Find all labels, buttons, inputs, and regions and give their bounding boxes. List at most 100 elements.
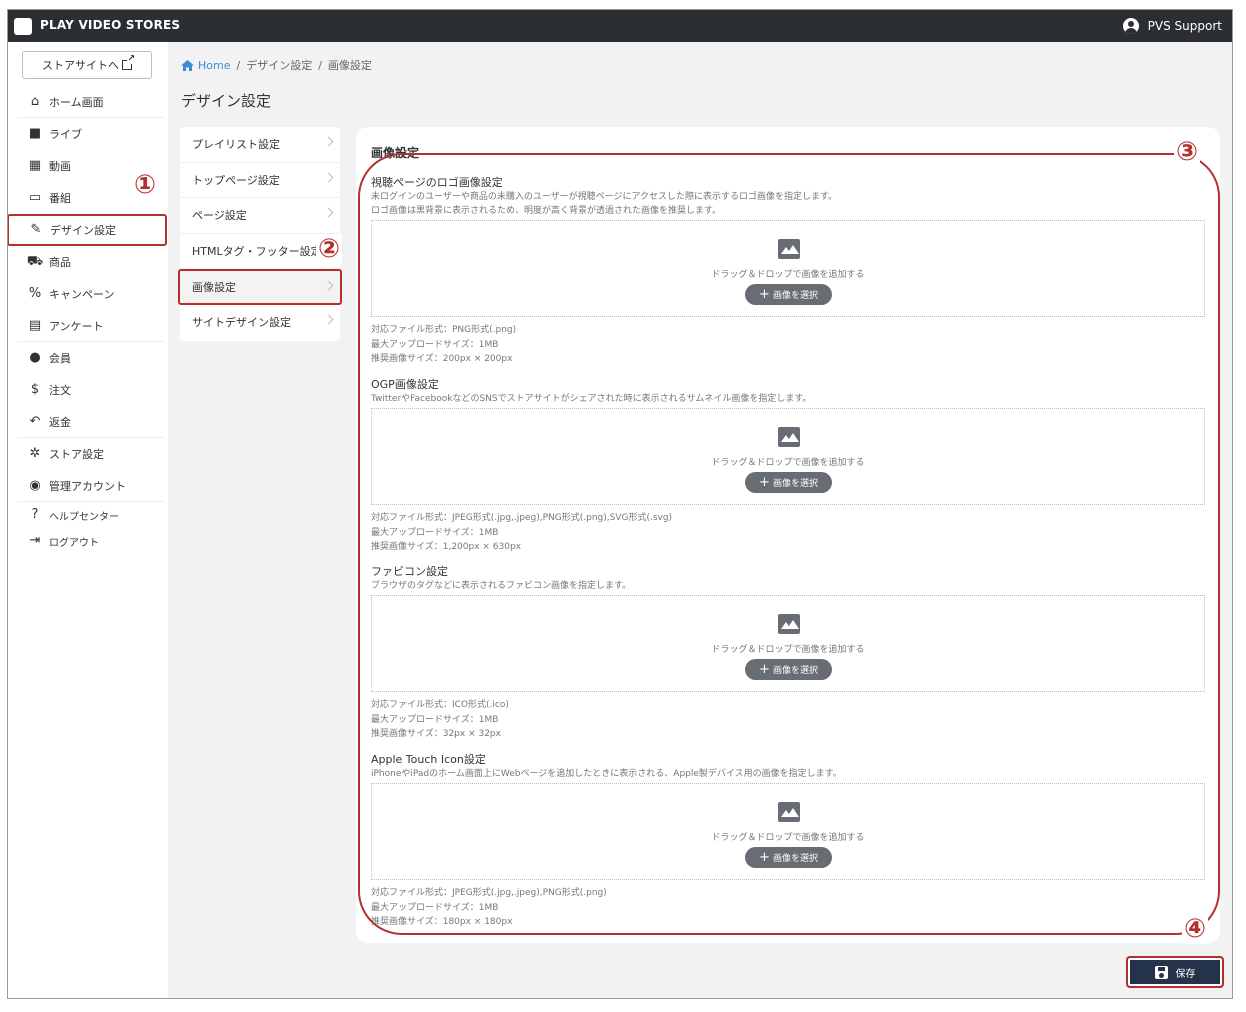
chevron-right-icon — [323, 280, 334, 291]
user-name: PVS Support — [1147, 19, 1222, 33]
submenu-item-label: ページ設定 — [192, 209, 247, 223]
sidebar-item-campaign[interactable]: % キャンペーン — [8, 278, 168, 310]
image-icon — [778, 239, 800, 259]
section-description: TwitterやFacebookなどのSNSでストアサイトがシェアされた時に表示… — [371, 394, 812, 404]
breadcrumb: Home / デザイン設定 / 画像設定 — [181, 57, 372, 73]
sidebar-nav: ⌂ ホーム画面 ■ ライブ ▦ 動画 ▭ 番組 ✎ デザイン設定 ⛟ 商品 % キャンペーン … — [8, 86, 168, 554]
logout-icon: ⇥ — [29, 533, 41, 548]
annotation-number-3: ③ — [1174, 137, 1201, 167]
breadcrumb-design-settings[interactable]: デザイン設定 — [246, 57, 312, 73]
spec-formats: 対応ファイル形式：JPEG形式(.jpg,.jpeg),PNG形式(.png),… — [371, 513, 673, 523]
image-icon — [778, 614, 800, 634]
sidebar-item-label: 会員 — [49, 352, 71, 365]
sidebar-item-home[interactable]: ⌂ ホーム画面 — [8, 86, 168, 118]
sidebar-item-members[interactable]: ● 会員 — [8, 342, 168, 374]
breadcrumb-home-link[interactable]: Home — [181, 59, 230, 72]
section-title: Apple Touch Icon設定 — [371, 753, 486, 766]
top-bar: PLAY VIDEO STORES PVS Support — [8, 10, 1232, 42]
image-dropzone[interactable]: ドラッグ＆ドロップで画像を追加する + 画像を選択 — [371, 408, 1205, 505]
spec-max-size: 最大アップロードサイズ：1MB — [371, 339, 499, 350]
dollar-icon: $ — [30, 382, 40, 397]
select-image-button[interactable]: + 画像を選択 — [745, 284, 832, 305]
spec-formats: 対応ファイル形式：JPEG形式(.jpg,.jpeg),PNG形式(.png) — [371, 888, 607, 898]
image-dropzone[interactable]: ドラッグ＆ドロップで画像を追加する + 画像を選択 — [371, 220, 1205, 317]
sidebar-item-label: ストア設定 — [49, 448, 104, 461]
chevron-right-icon — [323, 172, 334, 182]
sidebar-item-label: デザイン設定 — [50, 224, 116, 237]
submenu-item-playlist[interactable]: プレイリスト設定 — [180, 127, 340, 163]
submenu-item-page[interactable]: ページ設定 — [180, 198, 340, 234]
sidebar-item-logout[interactable]: ⇥ ログアウト — [8, 528, 168, 554]
submenu-item-label: 画像設定 — [192, 280, 236, 294]
annotation-number-4: ④ — [1182, 914, 1209, 944]
breadcrumb-separator: / — [236, 58, 241, 72]
select-image-label: 画像を選択 — [772, 854, 818, 864]
store-site-button-label: ストアサイトへ — [42, 59, 119, 72]
sidebar-item-label: 商品 — [49, 256, 71, 269]
spec-formats: 対応ファイル形式：PNG形式(.png) — [371, 325, 517, 335]
section-specs: 対応ファイル形式：PNG形式(.png) 最大アップロードサイズ：1MB 推奨画… — [371, 323, 1207, 367]
chevron-right-icon — [323, 207, 334, 218]
section-title: ファビコン設定 — [371, 565, 448, 578]
select-image-button[interactable]: + 画像を選択 — [745, 659, 832, 680]
sidebar-item-products[interactable]: ⛟ 商品 — [8, 246, 168, 278]
store-site-button[interactable]: ストアサイトへ — [22, 51, 152, 79]
chat-icon: ▤ — [28, 318, 42, 333]
chevron-right-icon — [323, 136, 334, 147]
sidebar-item-store-settings[interactable]: ✲ ストア設定 — [8, 438, 168, 470]
help-icon: ? — [31, 507, 39, 522]
sidebar-item-design-settings[interactable]: ✎ デザイン設定 — [8, 214, 167, 246]
select-image-button[interactable]: + 画像を選択 — [745, 472, 832, 493]
user-menu[interactable]: PVS Support — [1122, 17, 1222, 35]
people-icon: ● — [29, 350, 41, 365]
page-title: デザイン設定 — [181, 92, 272, 110]
dropzone-text: ドラッグ＆ドロップで画像を追加する — [711, 833, 865, 843]
sidebar-item-label: ヘルプセンター — [49, 511, 119, 523]
save-button[interactable]: 保存 — [1126, 956, 1224, 988]
image-settings-panel: 画像設定 視聴ページのロゴ画像設定 未ログインのユーザーや商品の未購入のユーザー… — [356, 127, 1220, 943]
sidebar-item-label: ログアウト — [49, 537, 99, 549]
external-link-icon — [122, 54, 135, 70]
image-icon — [778, 427, 800, 447]
submenu-item-label: HTMLタグ・フッター設定 — [192, 244, 322, 258]
monitor-icon: ▭ — [28, 190, 42, 205]
video-camera-icon: ■ — [28, 126, 42, 141]
sidebar-item-survey[interactable]: ▤ アンケート — [8, 310, 168, 342]
sidebar-item-orders[interactable]: $ 注文 — [8, 374, 168, 406]
home-icon: ⌂ — [30, 94, 40, 109]
spec-recommended-size: 推奨画像サイズ：200px × 200px — [371, 354, 513, 364]
gear-icon: ✲ — [29, 446, 41, 461]
section-description: 未ログインのユーザーや商品の未購入のユーザーが視聴ページにアクセスした際に表示す… — [371, 192, 838, 202]
section-apple-touch-icon: Apple Touch Icon設定 iPhoneやiPadのホーム画面上にWe… — [371, 751, 1207, 930]
brand-name: PLAY VIDEO STORES — [40, 18, 181, 32]
section-title: 視聴ページのロゴ画像設定 — [371, 176, 503, 189]
section-logo-image: 視聴ページのロゴ画像設定 未ログインのユーザーや商品の未購入のユーザーが視聴ペー… — [371, 174, 1207, 367]
section-specs: 対応ファイル形式：ICO形式(.ico) 最大アップロードサイズ：1MB 推奨画… — [371, 698, 1207, 742]
dropzone-text: ドラッグ＆ドロップで画像を追加する — [711, 270, 865, 280]
account-icon: ◉ — [29, 478, 41, 493]
app-frame: PLAY VIDEO STORES PVS Support ストアサイトへ ⌂ ホ… — [7, 9, 1233, 999]
submenu-item-site-design[interactable]: サイトデザイン設定 — [180, 305, 340, 341]
plus-icon: + — [759, 849, 770, 865]
select-image-label: 画像を選択 — [772, 291, 818, 301]
spec-recommended-size: 推奨画像サイズ：180px × 180px — [371, 917, 513, 927]
submenu-item-top-page[interactable]: トップページ設定 — [180, 163, 340, 198]
sidebar-item-admin-accounts[interactable]: ◉ 管理アカウント — [8, 470, 168, 502]
sidebar-item-live[interactable]: ■ ライブ — [8, 118, 168, 150]
sidebar-item-refunds[interactable]: ↶ 返金 — [8, 406, 168, 438]
sidebar-item-label: 動画 — [49, 160, 71, 173]
submenu-item-image-settings[interactable]: 画像設定 — [178, 269, 342, 305]
sidebar-item-label: 番組 — [49, 192, 71, 205]
select-image-button[interactable]: + 画像を選択 — [745, 847, 832, 868]
sidebar-item-label: 管理アカウント — [49, 480, 126, 493]
image-dropzone[interactable]: ドラッグ＆ドロップで画像を追加する + 画像を選択 — [371, 783, 1205, 880]
plus-icon: + — [759, 286, 770, 302]
cart-icon: ⛟ — [26, 254, 44, 269]
save-button-label: 保存 — [1175, 968, 1196, 980]
image-dropzone[interactable]: ドラッグ＆ドロップで画像を追加する + 画像を選択 — [371, 595, 1205, 692]
sidebar-item-help-center[interactable]: ? ヘルプセンター — [8, 502, 168, 528]
dropzone-text: ドラッグ＆ドロップで画像を追加する — [711, 645, 865, 655]
spec-max-size: 最大アップロードサイズ：1MB — [371, 527, 499, 538]
dropzone-text: ドラッグ＆ドロップで画像を追加する — [711, 458, 865, 468]
clapperboard-icon: ▦ — [28, 158, 42, 173]
